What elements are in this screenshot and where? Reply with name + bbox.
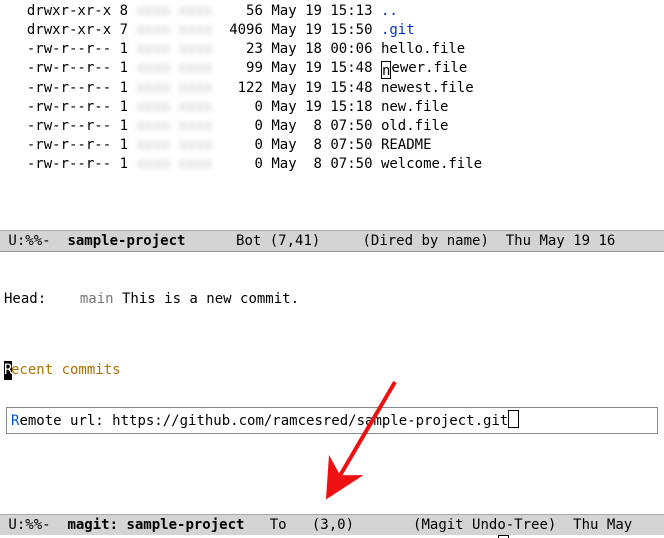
- filename[interactable]: ..: [381, 3, 398, 19]
- size: 56: [221, 3, 263, 19]
- permissions: -rw-r--r--: [27, 156, 111, 172]
- modeline-mode: (Magit Undo-Tree) Thu May: [413, 517, 632, 533]
- modeline-dired: U:%%- sample-project Bot (7,41) (Dired b…: [0, 230, 664, 251]
- owner-group: xxxx xxxx: [136, 22, 212, 38]
- filename[interactable]: old.file: [381, 118, 448, 134]
- size: 122: [221, 80, 263, 96]
- size: 0: [221, 99, 263, 115]
- filename[interactable]: hello.file: [381, 41, 465, 57]
- recent-commits-heading: Recent commits: [4, 361, 664, 380]
- dired-row[interactable]: -rw-r--r-- 1 xxxx xxxx 23 May 18 00:06 h…: [10, 40, 664, 59]
- modeline-mode: (Dired by name) Thu May 19 16: [362, 233, 615, 249]
- nlink: 1: [120, 60, 128, 76]
- permissions: -rw-r--r--: [27, 137, 111, 153]
- permissions: -rw-r--r--: [27, 80, 111, 96]
- dired-row[interactable]: -rw-r--r-- 1 xxxx xxxx 99 May 19 15:48 n…: [10, 59, 664, 79]
- nlink: 8: [120, 3, 128, 19]
- permissions: -rw-r--r--: [27, 118, 111, 134]
- modeline-buffer-name: sample-project: [59, 233, 185, 249]
- size: 23: [221, 41, 263, 57]
- filename[interactable]: new.file: [381, 99, 448, 115]
- permissions: -rw-r--r--: [27, 60, 111, 76]
- dired-row[interactable]: -rw-r--r-- 1 xxxx xxxx 0 May 8 07:50 REA…: [10, 136, 664, 155]
- date: May 8 07:50: [271, 118, 372, 134]
- filename[interactable]: newest.file: [381, 80, 474, 96]
- nlink: 1: [120, 156, 128, 172]
- modeline-magit: U:%%- magit: sample-project To (3,0) (Ma…: [0, 514, 664, 535]
- nlink: 1: [120, 118, 128, 134]
- commit-message: This is a new commit.: [114, 291, 299, 307]
- branch-name: main: [80, 291, 114, 307]
- modeline-buffer-name: magit: sample-project: [59, 517, 244, 533]
- dired-row[interactable]: -rw-r--r-- 1 xxxx xxxx 0 May 8 07:50 old…: [10, 117, 664, 136]
- owner-group: xxxx xxxx: [136, 80, 212, 96]
- remote-url-echo-box: Remote url: https://github.com/ramcesred…: [6, 407, 658, 434]
- owner-group: xxxx xxxx: [136, 99, 212, 115]
- modeline-position: Bot (7,41): [185, 233, 362, 249]
- owner-group: xxxx xxxx: [136, 118, 212, 134]
- dired-row[interactable]: -rw-r--r-- 1 xxxx xxxx 122 May 19 15:48 …: [10, 79, 664, 98]
- nlink: 1: [120, 99, 128, 115]
- date: May 18 00:06: [271, 41, 372, 57]
- date: May 8 07:50: [271, 156, 372, 172]
- modeline-prefix: U:%%-: [0, 233, 59, 249]
- size: 0: [221, 137, 263, 153]
- owner-group: xxxx xxxx: [136, 3, 212, 19]
- date: May 19 15:48: [271, 60, 372, 76]
- remote-url-value: https://github.com/ramcesred/sample-proj…: [112, 413, 508, 429]
- permissions: drwxr-xr-x: [27, 3, 111, 19]
- date: May 8 07:50: [271, 137, 372, 153]
- modeline-prefix: U:%%-: [0, 517, 59, 533]
- magit-buffer: Head: main This is a new commit. Recent …: [0, 252, 664, 399]
- size: 99: [221, 60, 263, 76]
- owner-group: xxxx xxxx: [136, 137, 212, 153]
- date: May 19 15:50: [271, 22, 372, 38]
- dired-row[interactable]: -rw-r--r-- 1 xxxx xxxx 0 May 8 07:50 wel…: [10, 155, 664, 174]
- nlink: 1: [120, 80, 128, 96]
- filename[interactable]: newer.file: [381, 60, 467, 76]
- permissions: -rw-r--r--: [27, 41, 111, 57]
- filename[interactable]: welcome.file: [381, 156, 482, 172]
- size: 0: [221, 118, 263, 134]
- permissions: -rw-r--r--: [27, 99, 111, 115]
- modeline-position: To (3,0): [244, 517, 413, 533]
- magit-head-line: Head: main This is a new commit.: [4, 290, 664, 309]
- size: 4096: [221, 22, 263, 38]
- owner-group: xxxx xxxx: [136, 41, 212, 57]
- head-label: Head:: [4, 291, 80, 307]
- nlink: 7: [120, 22, 128, 38]
- nlink: 1: [120, 41, 128, 57]
- owner-group: xxxx xxxx: [136, 60, 212, 76]
- filename[interactable]: .git: [381, 22, 415, 38]
- permissions: drwxr-xr-x: [27, 22, 111, 38]
- filename[interactable]: README: [381, 137, 432, 153]
- size: 0: [221, 156, 263, 172]
- date: May 19 15:48: [271, 80, 372, 96]
- date: May 19 15:18: [271, 99, 372, 115]
- dired-buffer: drwxr-xr-x 8 xxxx xxxx 56 May 19 15:13 .…: [0, 0, 664, 174]
- cursor: [508, 410, 519, 428]
- owner-group: xxxx xxxx: [136, 156, 212, 172]
- dired-row[interactable]: drwxr-xr-x 8 xxxx xxxx 56 May 19 15:13 .…: [10, 2, 664, 21]
- dired-row[interactable]: drwxr-xr-x 7 xxxx xxxx 4096 May 19 15:50…: [10, 21, 664, 40]
- dired-row[interactable]: -rw-r--r-- 1 xxxx xxxx 0 May 19 15:18 ne…: [10, 98, 664, 117]
- nlink: 1: [120, 137, 128, 153]
- date: May 19 15:13: [271, 3, 372, 19]
